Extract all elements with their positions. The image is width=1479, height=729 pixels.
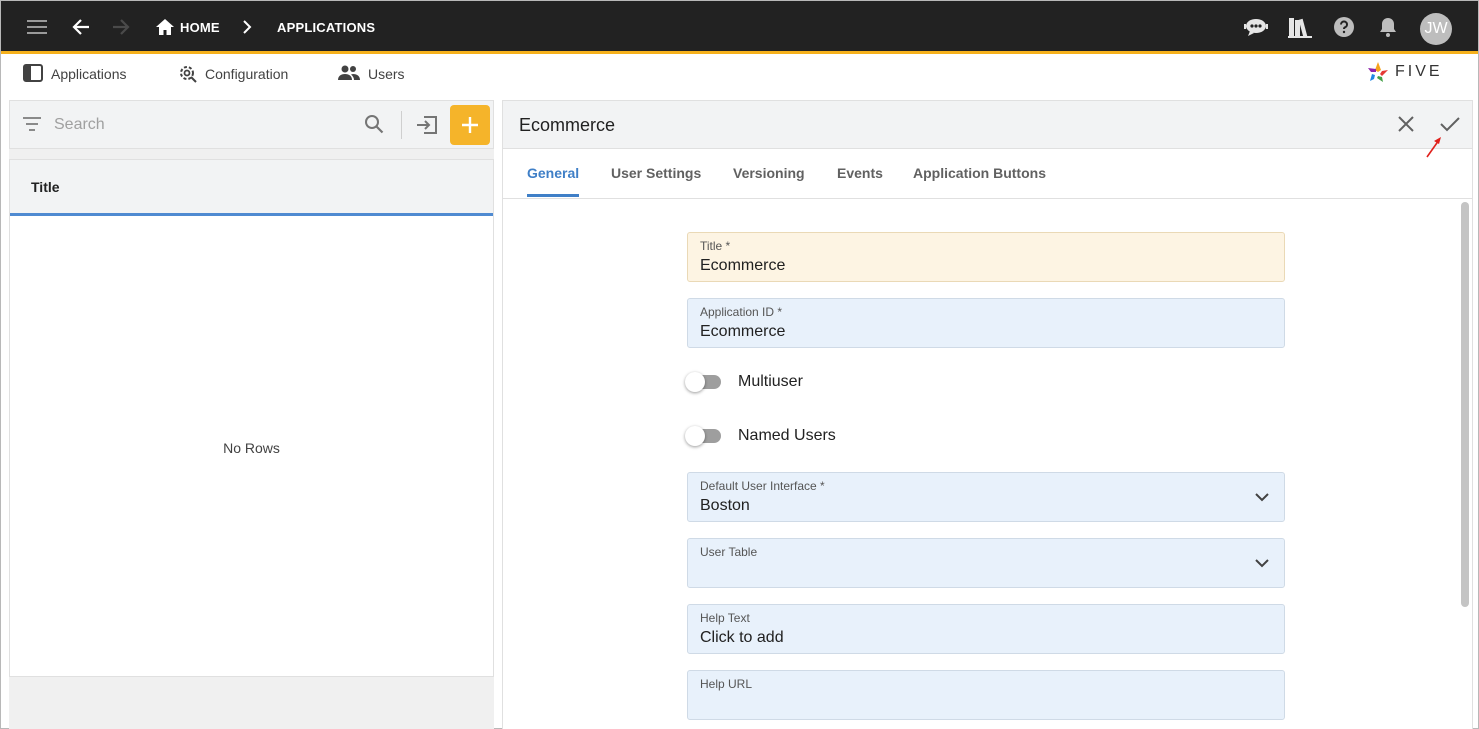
home-icon[interactable] xyxy=(153,15,177,39)
user-avatar[interactable]: JW xyxy=(1420,13,1452,45)
save-check-icon[interactable] xyxy=(1440,116,1460,137)
named-users-toggle-row: Named Users xyxy=(685,424,836,448)
gear-icon xyxy=(177,63,197,86)
secondary-nav: Applications Configuration Users xyxy=(1,57,1478,93)
multiuser-label: Multiuser xyxy=(738,373,803,390)
filter-icon[interactable] xyxy=(23,115,43,138)
named-users-toggle[interactable] xyxy=(685,426,721,446)
title-field[interactable]: Title * Ecommerce xyxy=(687,232,1285,282)
empty-state-text: No Rows xyxy=(223,440,280,456)
search-bar xyxy=(9,100,494,149)
search-input[interactable] xyxy=(54,114,344,136)
active-tab-indicator xyxy=(527,194,579,197)
named-users-toggle-knob xyxy=(685,426,705,446)
import-icon[interactable] xyxy=(416,115,438,140)
record-form-panel: Ecommerce General User Settings Versioni… xyxy=(502,100,1473,729)
help-text-label: Help Text xyxy=(700,611,750,625)
search-icon[interactable] xyxy=(364,114,384,139)
help-url-field[interactable]: Help URL xyxy=(687,670,1285,720)
nav-configuration[interactable]: Configuration xyxy=(177,63,288,85)
help-text-value: Click to add xyxy=(700,629,784,646)
default-user-interface-value: Boston xyxy=(700,497,750,514)
named-users-label: Named Users xyxy=(738,427,836,444)
five-logo-text: FIVE xyxy=(1395,63,1443,80)
forward-arrow-icon xyxy=(109,15,133,39)
chat-bot-icon[interactable] xyxy=(1244,15,1268,39)
menu-icon[interactable] xyxy=(25,15,49,39)
multiuser-toggle-knob xyxy=(685,372,705,392)
form-title: Ecommerce xyxy=(519,115,616,135)
records-grid: Title No Rows xyxy=(9,159,494,677)
nav-applications-label: Applications xyxy=(51,66,127,82)
application-id-field[interactable]: Application ID * Ecommerce xyxy=(687,298,1285,348)
chevron-right-icon xyxy=(235,15,259,39)
users-icon xyxy=(338,65,360,84)
title-field-label: Title * xyxy=(700,239,731,253)
bell-icon[interactable] xyxy=(1376,15,1400,39)
user-table-select[interactable]: User Table xyxy=(687,538,1285,588)
tab-user-settings[interactable]: User Settings xyxy=(611,165,701,181)
tab-versioning[interactable]: Versioning xyxy=(733,165,805,181)
title-field-value: Ecommerce xyxy=(700,257,786,274)
application-id-value: Ecommerce xyxy=(700,323,786,340)
breadcrumb-applications[interactable]: APPLICATIONS xyxy=(277,20,375,35)
applications-icon xyxy=(23,63,43,85)
nav-users[interactable]: Users xyxy=(338,63,405,85)
library-icon[interactable] xyxy=(1288,15,1312,39)
chevron-down-icon[interactable] xyxy=(1254,555,1270,571)
five-logo-mark xyxy=(1368,62,1388,82)
nav-configuration-label: Configuration xyxy=(205,66,289,82)
form-tabs: General User Settings Versioning Events … xyxy=(503,149,1472,199)
five-logo: FIVE xyxy=(1367,59,1443,85)
default-user-interface-label: Default User Interface * xyxy=(700,479,825,493)
breadcrumb-home[interactable]: HOME xyxy=(180,20,220,35)
column-header-title[interactable]: Title xyxy=(10,160,493,216)
plus-icon xyxy=(462,117,478,133)
application-id-label: Application ID * xyxy=(700,305,783,319)
nav-users-label: Users xyxy=(368,66,405,82)
help-text-field[interactable]: Help Text Click to add xyxy=(687,604,1285,654)
form-header: Ecommerce xyxy=(503,101,1472,149)
back-arrow-icon[interactable] xyxy=(69,15,93,39)
help-icon[interactable] xyxy=(1332,15,1356,39)
tab-application-buttons[interactable]: Application Buttons xyxy=(913,165,1046,181)
search-divider xyxy=(401,111,402,139)
multiuser-toggle-row: Multiuser xyxy=(685,370,803,394)
chevron-down-icon[interactable] xyxy=(1254,489,1270,505)
close-icon[interactable] xyxy=(1398,116,1414,137)
list-panel: Title No Rows xyxy=(9,100,494,729)
form-scrollbar[interactable] xyxy=(1461,202,1469,607)
help-url-label: Help URL xyxy=(700,677,753,691)
default-user-interface-select[interactable]: Default User Interface * Boston xyxy=(687,472,1285,522)
tab-events[interactable]: Events xyxy=(837,165,883,181)
multiuser-toggle[interactable] xyxy=(685,372,721,392)
user-table-label: User Table xyxy=(700,545,758,559)
tab-general[interactable]: General xyxy=(527,165,579,181)
add-button[interactable] xyxy=(450,105,490,145)
top-app-bar: HOME APPLICATIONS JW xyxy=(1,1,1478,54)
nav-applications[interactable]: Applications xyxy=(23,63,127,85)
